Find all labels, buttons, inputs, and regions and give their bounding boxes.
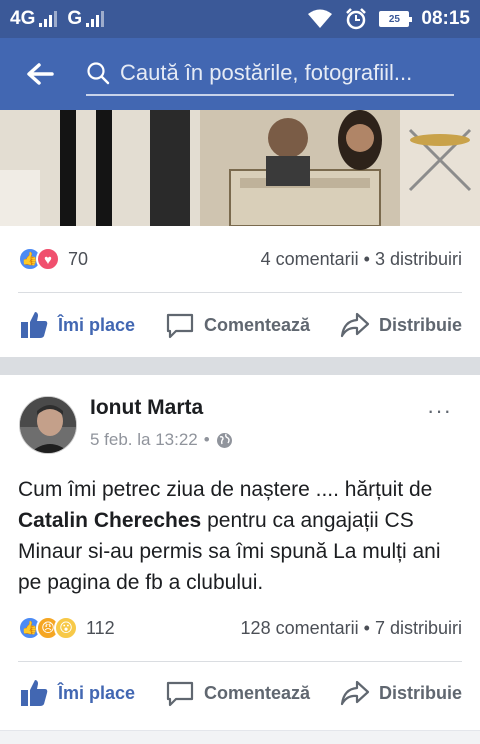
clock: 08:15 — [421, 8, 470, 29]
signal-icon — [39, 11, 58, 27]
separator-dot: • — [363, 248, 370, 269]
post1-engagement-stats: 4 comentarii • 3 distribuiri — [261, 249, 462, 270]
more-options-button[interactable]: ··· — [427, 398, 452, 424]
back-button[interactable] — [20, 54, 60, 94]
love-reaction-icon: ♥ — [36, 247, 60, 271]
share-label: Distribuie — [378, 682, 462, 703]
comment-bubble-icon — [166, 681, 194, 707]
post1-share-button[interactable]: Distribuie — [339, 309, 462, 341]
post-timestamp[interactable]: 5 feb. la 13:22 — [90, 430, 198, 450]
back-arrow-icon — [27, 63, 54, 85]
post1-comment-button[interactable]: Comentează — [164, 309, 310, 341]
post1-action-bar: Îmi place Comentează Distribuie — [18, 303, 462, 347]
post2-share-button[interactable]: Distribuie — [339, 677, 462, 709]
post-photo[interactable] — [0, 110, 480, 226]
post2-comments-count[interactable]: 128 comentarii — [241, 618, 359, 638]
post2-like-button[interactable]: Îmi place — [18, 677, 135, 709]
search-input[interactable] — [120, 60, 440, 86]
share-arrow-icon — [340, 680, 370, 706]
post1-like-button[interactable]: Îmi place — [18, 309, 135, 341]
post2-reactions-row: 👍 😠 😮 112 128 comentarii • 7 distribuiri — [18, 613, 462, 643]
status-bar: 4G G 25 08:15 — [0, 0, 480, 38]
search-field[interactable] — [86, 52, 454, 96]
separator-dot: • — [363, 617, 370, 638]
post2-shares-count[interactable]: 7 distribuiri — [375, 618, 462, 638]
alarm-icon — [346, 8, 367, 30]
post1-reaction-summary[interactable]: 👍 ♥ 70 — [18, 247, 88, 271]
post-meta: 5 feb. la 13:22 • — [90, 430, 233, 450]
divider — [18, 661, 462, 662]
feed-separator — [0, 357, 480, 375]
share-arrow-icon — [340, 312, 370, 338]
thumbs-up-icon — [21, 312, 48, 338]
battery-icon: 25 — [379, 11, 413, 27]
comment-composer-peek — [0, 730, 480, 744]
post-text-before: Cum îmi petrec ziua de naștere .... hărț… — [18, 478, 433, 501]
post2-reaction-summary[interactable]: 👍 😠 😮 112 — [18, 616, 115, 640]
thumbs-up-icon — [21, 680, 48, 706]
post1-shares-count[interactable]: 3 distribuiri — [375, 249, 462, 269]
comment-label: Comentează — [204, 682, 311, 703]
like-label: Îmi place — [58, 314, 136, 335]
like-label: Îmi place — [58, 682, 136, 703]
comment-label: Comentează — [204, 314, 311, 335]
network-g-label: G — [67, 8, 83, 29]
post1-reaction-count: 70 — [68, 248, 89, 269]
mentioned-user-link[interactable]: Catalin Chereches — [18, 509, 201, 532]
post-author-name[interactable]: Ionut Marta — [90, 396, 203, 420]
post2-action-bar: Îmi place Comentează Distribuie — [18, 671, 462, 715]
globe-icon — [216, 432, 232, 448]
signal-icon-2 — [86, 11, 105, 27]
post2-engagement-stats: 128 comentarii • 7 distribuiri — [241, 618, 462, 639]
wow-reaction-icon: 😮 — [54, 616, 78, 640]
divider — [18, 292, 462, 293]
wifi-icon — [308, 9, 333, 28]
post1-comments-count[interactable]: 4 comentarii — [261, 249, 359, 269]
comment-bubble-icon — [166, 313, 194, 339]
network-indicators: 4G G — [10, 8, 110, 30]
post2-comment-button[interactable]: Comentează — [164, 677, 310, 709]
share-label: Distribuie — [378, 314, 462, 335]
concert-photo-image — [0, 110, 480, 226]
network-4g-label: 4G — [10, 8, 36, 29]
post1-reactions-row: 👍 ♥ 70 4 comentarii • 3 distribuiri — [18, 244, 462, 274]
post-body: Cum îmi petrec ziua de naștere .... hărț… — [18, 474, 468, 598]
search-icon — [87, 62, 110, 85]
avatar[interactable] — [19, 396, 77, 454]
search-header — [0, 38, 480, 110]
separator-dot: • — [203, 430, 210, 449]
profile-photo-image — [20, 397, 76, 453]
post2-reaction-count: 112 — [86, 617, 115, 638]
